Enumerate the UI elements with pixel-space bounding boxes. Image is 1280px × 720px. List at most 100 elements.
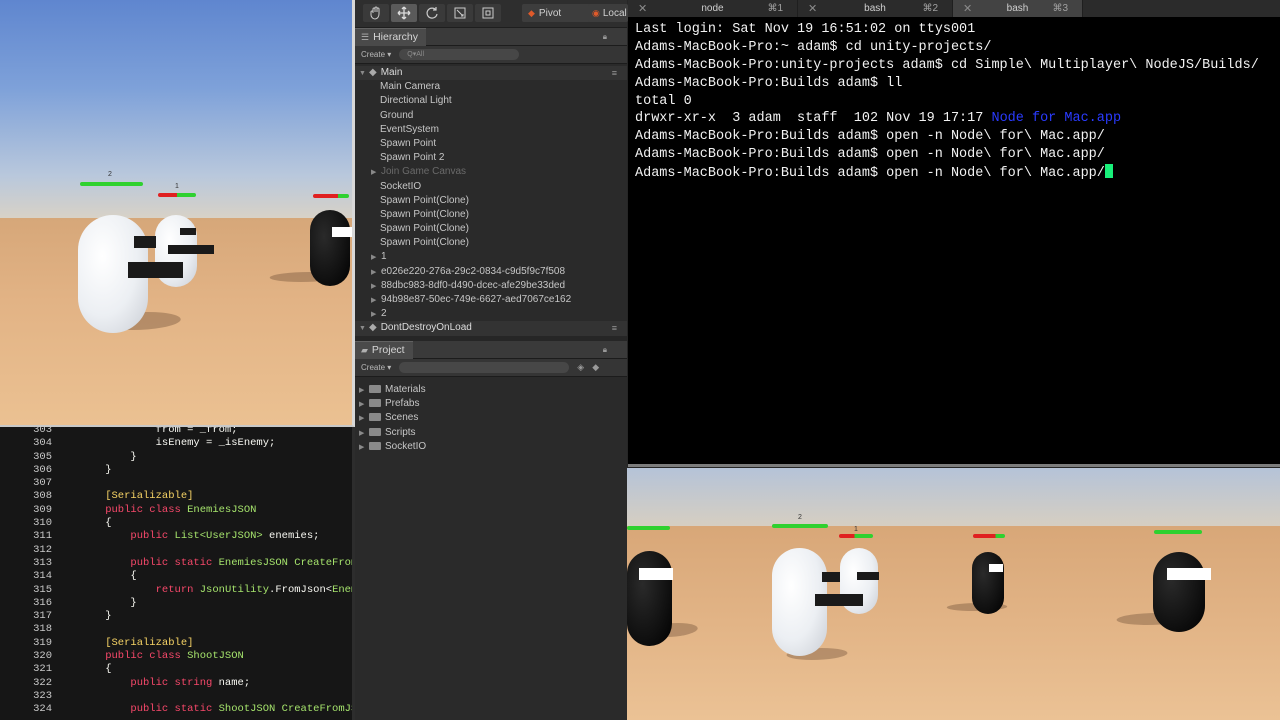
hand-tool-button[interactable] [363, 4, 389, 22]
hierarchy-search-input[interactable]: Q▾All [399, 49, 520, 60]
scene-row[interactable]: ▼ ◆ Main ≡ [355, 66, 627, 81]
expand-icon[interactable]: ▶ [359, 384, 369, 398]
code-token: public static [80, 703, 219, 716]
code-token: { [80, 570, 137, 583]
unity-scene-icon: ◆ [369, 67, 377, 78]
folder-icon [369, 413, 381, 422]
health-bar [839, 534, 873, 538]
line-gutter [52, 557, 80, 570]
hierarchy-item[interactable]: Spawn Point(Clone) [355, 222, 627, 236]
code-token: EnemiesJSON [332, 583, 352, 596]
tab-project[interactable]: ▰ Project [355, 340, 413, 359]
hierarchy-item[interactable]: Spawn Point [355, 137, 627, 151]
line-gutter [52, 490, 80, 503]
hierarchy-item[interactable]: ▶ 2 [355, 307, 627, 321]
folder-icon: ▰ [361, 344, 368, 355]
code-editor[interactable]: 303 from = _from; 304 isEnemy = _isEnemy;… [0, 427, 355, 720]
terminal-tab[interactable]: ✕ node ⌘1 [628, 0, 798, 17]
line-gutter [52, 597, 80, 610]
line-gutter [52, 530, 80, 543]
hierarchy-item[interactable]: ▶ 94b98e87-50ec-749e-6627-aed7067ce162 [355, 293, 627, 307]
expand-icon[interactable]: ▶ [371, 266, 381, 280]
create-label: Create [361, 50, 386, 59]
game-view-bottom[interactable]: 2 1 [627, 468, 1280, 720]
scale-tool-button[interactable] [447, 4, 473, 22]
expand-icon[interactable]: ▶ [371, 166, 381, 180]
project-folder[interactable]: ▶ Scenes [355, 411, 627, 425]
hierarchy-item[interactable]: ▶ 1 [355, 250, 627, 264]
code-token: public string [80, 676, 219, 689]
expand-icon[interactable]: ▶ [359, 441, 369, 455]
hierarchy-item-label: Join Game Canvas [381, 166, 467, 178]
enemy-capsule [1153, 552, 1205, 632]
hierarchy-item[interactable]: ▶ 88dbc983-8df0-d490-dcec-afe29be33ded [355, 279, 627, 293]
expand-icon[interactable]: ▶ [371, 294, 381, 308]
hierarchy-item[interactable]: Spawn Point(Clone) [355, 208, 627, 222]
terminal-tab[interactable]: ✕ bash ⌘2 [798, 0, 953, 17]
folder-icon [369, 427, 381, 436]
health-bar [772, 524, 828, 528]
expand-icon[interactable]: ▶ [359, 427, 369, 441]
dontdestroy-row[interactable]: ▼ ◆ DontDestroyOnLoad ≡ [355, 321, 627, 336]
expand-icon[interactable]: ▼ [359, 322, 369, 336]
project-folder[interactable]: ▶ Materials [355, 383, 627, 397]
folder-label: Scenes [385, 412, 419, 424]
lock-icon[interactable]: 🔒︎ [603, 345, 607, 355]
code-token: ShootJSON [187, 650, 244, 663]
hierarchy-item[interactable]: Ground [355, 109, 627, 123]
scene-menu-icon[interactable]: ≡ [612, 66, 617, 80]
code-line: 312 [0, 544, 352, 557]
hand-icon [370, 6, 380, 20]
rotate-tool-button[interactable] [419, 4, 445, 22]
code-token: EnemiesJSON [187, 503, 257, 516]
project-folder[interactable]: ▶ Scripts [355, 426, 627, 440]
terminal-line: Adams-MacBook-Pro:Builds adam$ open -n N… [635, 146, 1280, 164]
expand-icon[interactable]: ▶ [371, 280, 381, 294]
gun [857, 572, 879, 580]
lock-icon[interactable]: 🔒︎ [603, 32, 607, 42]
expand-icon[interactable]: ▶ [359, 398, 369, 412]
expand-icon[interactable]: ▶ [371, 308, 381, 322]
unity-toolbar: ◆ Pivot ◉ Local [355, 0, 628, 28]
pivot-toggle[interactable]: ◆ Pivot [522, 4, 590, 22]
code-token: } [80, 463, 112, 476]
code-line: 305 } [0, 451, 352, 464]
hierarchy-item[interactable]: ▶ e026e220-276a-29c2-0834-c9d5f9c7f508 [355, 265, 627, 279]
project-search-input[interactable] [399, 362, 570, 373]
hierarchy-tree: ▼ ◆ Main ≡ Main Camera Directional Light Gro… [355, 64, 627, 336]
hierarchy-item[interactable]: Spawn Point 2 [355, 151, 627, 165]
scene-menu-icon[interactable]: ≡ [612, 321, 617, 335]
expand-icon[interactable]: ▼ [359, 67, 369, 81]
project-folder[interactable]: ▶ Prefabs [355, 397, 627, 411]
hierarchy-item[interactable]: SocketIO [355, 180, 627, 194]
player-label: 2 [108, 171, 112, 178]
code-line: 308 [Serializable] [0, 490, 352, 503]
terminal-tab[interactable]: ✕ bash ⌘3 [953, 0, 1083, 17]
hierarchy-item[interactable]: Directional Light [355, 94, 627, 108]
project-folder[interactable]: ▶ SocketIO [355, 440, 627, 454]
hierarchy-item[interactable]: Spawn Point(Clone) [355, 194, 627, 208]
hierarchy-item[interactable]: ▶ Join Game Canvas [355, 165, 627, 179]
expand-icon[interactable]: ▶ [359, 412, 369, 426]
hierarchy-item[interactable]: Spawn Point(Clone) [355, 236, 627, 250]
expand-icon[interactable]: ▶ [371, 251, 381, 265]
terminal-line: Adams-MacBook-Pro:unity-projects adam$ c… [635, 57, 1280, 75]
code-token: { [80, 663, 112, 676]
gun [128, 262, 183, 278]
game-view-top[interactable]: 2 1 [0, 0, 355, 427]
create-dropdown[interactable]: Create ▾ [361, 363, 391, 372]
tab-hierarchy[interactable]: ☰ Hierarchy [355, 27, 427, 46]
filter-icon[interactable]: ◈ [577, 362, 584, 373]
terminal-window[interactable]: Last login: Sat Nov 19 16:51:02 on ttys0… [628, 17, 1280, 467]
local-toggle[interactable]: ◉ Local [588, 4, 628, 22]
hierarchy-item[interactable]: Main Camera [355, 80, 627, 94]
code-token: return [80, 583, 200, 596]
hierarchy-item[interactable]: EventSystem [355, 123, 627, 137]
create-dropdown[interactable]: Create ▾ [361, 50, 391, 59]
project-panel: ▰ Project 🔒︎ Create ▾ ◈ ◆ ▶ Materials ▶ Pre… [355, 340, 627, 720]
move-tool-button[interactable] [391, 4, 417, 22]
code-line: 318 [0, 623, 352, 636]
tag-icon[interactable]: ◆ [592, 362, 599, 373]
line-number: 318 [33, 623, 52, 636]
rect-tool-button[interactable] [475, 4, 501, 22]
